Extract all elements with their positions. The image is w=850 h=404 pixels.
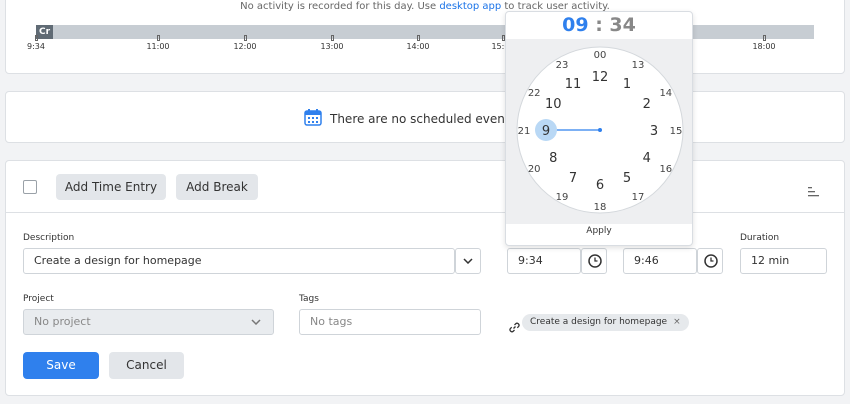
related-task-label: Create a design for homepage	[530, 317, 668, 327]
clock-hour-number[interactable]: 11	[565, 77, 582, 92]
clock-hour-number-24[interactable]: 13	[632, 60, 645, 71]
timeline-tick: 9:34	[11, 35, 61, 51]
time-entry-card: Add Time Entry Add Break Description Cre…	[5, 160, 845, 396]
clock-hour-number[interactable]: 7	[569, 171, 577, 186]
tags-label: Tags	[299, 294, 319, 304]
timeline-card: No activity is recorded for this day. Us…	[5, 0, 845, 74]
clock-hour-number-24[interactable]: 16	[659, 164, 672, 175]
timeline-tick: 12:00	[220, 35, 270, 51]
clock-center	[598, 128, 602, 132]
clock-hour-number-24[interactable]: 15	[670, 126, 683, 137]
clock-hour-number[interactable]: 1	[623, 77, 631, 92]
start-time-input[interactable]: 9:34	[507, 248, 581, 274]
save-button[interactable]: Save	[23, 352, 99, 379]
description-label: Description	[23, 233, 75, 243]
clock-hour-number-24[interactable]: 22	[528, 88, 541, 99]
related-task-chip[interactable]: Create a design for homepage ×	[522, 314, 689, 331]
cancel-button[interactable]: Cancel	[109, 352, 184, 379]
selected-hour[interactable]: 09	[562, 14, 588, 36]
clock-hour-number-24[interactable]: 00	[594, 50, 607, 61]
tags-input[interactable]: No tags	[299, 309, 481, 335]
remove-chip-icon[interactable]: ×	[673, 317, 681, 327]
description-input[interactable]: Create a design for homepage	[23, 248, 455, 274]
clock-hour-number-24[interactable]: 19	[556, 192, 569, 203]
calendar-icon	[304, 108, 322, 129]
time-picker-header: 09 : 34	[506, 12, 692, 38]
clock-hour-number[interactable]: 10	[545, 97, 562, 112]
time-separator: :	[595, 14, 603, 36]
timeline-message: No activity is recorded for this day. Us…	[6, 1, 844, 12]
clock-icon	[588, 254, 602, 268]
timeline-tick: 13:00	[307, 35, 357, 51]
clock-hour-number-24[interactable]: 21	[518, 126, 531, 137]
project-select[interactable]: No project	[23, 309, 274, 335]
clock-hour-number[interactable]: 9	[542, 124, 550, 139]
clock-hour-number[interactable]: 3	[650, 124, 658, 139]
desktop-app-link[interactable]: desktop app	[439, 1, 501, 12]
timeline-tick: 11:00	[133, 35, 183, 51]
description-dropdown-button[interactable]	[455, 248, 481, 274]
clock-hour-number[interactable]: 5	[623, 171, 631, 186]
chevron-down-icon	[251, 310, 261, 334]
start-clock-button[interactable]	[581, 248, 607, 274]
end-clock-button[interactable]	[697, 248, 723, 274]
clock-icon	[704, 254, 718, 268]
sort-menu-icon[interactable]	[808, 182, 820, 201]
clock-hour-number-24[interactable]: 18	[594, 202, 607, 213]
time-picker-popup: 09 : 34 1 2 3 4 5 6 7 8 9 10 11 12 13 14 15 16 17 18 19 20 2…	[505, 11, 693, 246]
clock-hour-number[interactable]: 8	[549, 151, 557, 166]
link-icon	[509, 318, 520, 337]
clock-face-area: 1 2 3 4 5 6 7 8 9 10 11 12 13 14 15 16 17 18 19 20 21 22 23 00	[506, 39, 692, 224]
clock-hour-number-24[interactable]: 23	[556, 60, 569, 71]
add-break-button[interactable]: Add Break	[176, 174, 258, 200]
clock-hour-number[interactable]: 4	[643, 151, 651, 166]
duration-input[interactable]: 12 min	[740, 248, 827, 274]
clock-face[interactable]: 1234567891011 12131415161718192021222300	[506, 39, 694, 224]
no-events-message: There are no scheduled events fo	[304, 108, 531, 129]
clock-hour-number[interactable]: 6	[596, 178, 604, 193]
clock-hour-number-24[interactable]: 17	[632, 192, 645, 203]
add-time-entry-button[interactable]: Add Time Entry	[56, 174, 166, 200]
scheduled-events-card: There are no scheduled events fo	[5, 91, 845, 143]
project-placeholder: No project	[34, 315, 91, 328]
timeline-message-text: No activity is recorded for this day. Us…	[240, 1, 440, 12]
clock-hour-number-24[interactable]: 20	[528, 164, 541, 175]
clock-hour-number[interactable]: 2	[643, 97, 651, 112]
no-events-text: There are no scheduled events fo	[330, 111, 532, 126]
entry-toolbar: Add Time Entry Add Break	[6, 161, 844, 213]
clock-hour-number-24[interactable]: 14	[659, 88, 672, 99]
timeline-tick: 18:00	[739, 35, 789, 51]
select-all-checkbox[interactable]	[23, 180, 37, 194]
clock-hour-number[interactable]: 12	[592, 70, 609, 85]
duration-label: Duration	[740, 233, 780, 243]
project-label: Project	[23, 294, 54, 304]
selected-minute[interactable]: 34	[609, 14, 635, 36]
chevron-down-icon	[463, 258, 473, 265]
timeline-tick: 14:00	[393, 35, 443, 51]
apply-button[interactable]: Apply	[506, 226, 692, 236]
end-time-input[interactable]: 9:46	[623, 248, 697, 274]
